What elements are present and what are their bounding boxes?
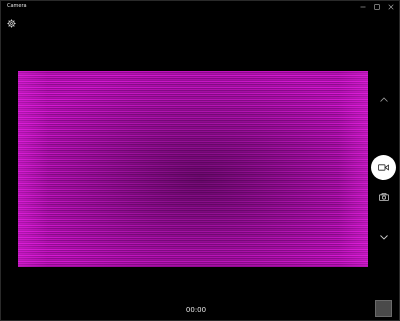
scroll-up-button[interactable] (377, 93, 391, 105)
scroll-down-button[interactable] (377, 231, 391, 243)
minimize-button[interactable] (356, 1, 370, 13)
camera-icon (379, 193, 389, 201)
chevron-down-icon (380, 234, 388, 240)
chevron-up-icon (380, 96, 388, 102)
recording-timer: 00:00 (185, 306, 207, 314)
settings-button[interactable] (5, 17, 17, 29)
close-button[interactable] (384, 1, 398, 13)
maximize-icon (374, 4, 380, 10)
camera-preview (18, 71, 368, 267)
preview-edge-left (18, 71, 48, 267)
camera-window: Camera 00:00 (0, 0, 400, 321)
window-title: Camera (7, 3, 27, 9)
title-bar[interactable]: Camera (1, 1, 399, 13)
gear-icon (6, 18, 16, 28)
photo-mode-button[interactable] (377, 191, 391, 203)
maximize-button[interactable] (370, 1, 384, 13)
last-capture-thumbnail[interactable] (375, 300, 392, 317)
close-icon (388, 4, 394, 10)
video-camera-icon (378, 164, 389, 171)
preview-edge-right (338, 71, 368, 267)
video-mode-button[interactable] (371, 155, 396, 180)
minimize-icon (360, 6, 366, 8)
